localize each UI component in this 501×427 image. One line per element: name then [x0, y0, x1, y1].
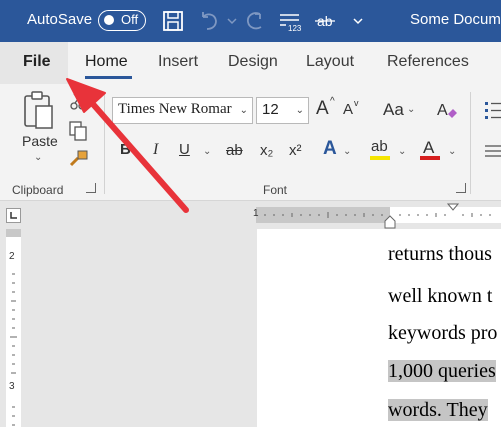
active-tab-indicator: [85, 76, 132, 79]
text-effects-button[interactable]: A: [323, 138, 337, 160]
line-text: 1,000 queries: [388, 360, 496, 382]
first-line-indent-marker-icon[interactable]: [447, 203, 459, 215]
clipboard-launcher-icon[interactable]: [86, 183, 96, 193]
document-line: returns thous: [388, 243, 492, 266]
shrink-font-button[interactable]: A: [343, 101, 353, 118]
tab-insert[interactable]: Insert: [158, 53, 198, 71]
numbering-icon[interactable]: 123: [277, 8, 303, 34]
ribbon: Paste ⌄ Clipboard Times New Romar ⌄ 12 ⌄…: [0, 84, 501, 201]
line-text: returns thous: [388, 243, 492, 265]
align-icon[interactable]: [483, 141, 501, 163]
autosave-toggle[interactable]: Off: [98, 10, 146, 31]
autosave-label: AutoSave: [27, 11, 93, 28]
tab-file-label: File: [23, 53, 51, 70]
chevron-down-icon[interactable]: ⌄: [296, 105, 304, 116]
document-line: keywords pro: [388, 322, 497, 345]
word-window: AutoSave Off 123 ab Some Docum File Home…: [0, 0, 501, 427]
font-launcher-icon[interactable]: [456, 183, 466, 193]
chevron-down-icon[interactable]: ⌄: [203, 146, 211, 157]
tab-layout[interactable]: Layout: [306, 53, 354, 71]
font-name-box[interactable]: Times New Romar ⌄: [112, 97, 253, 124]
bold-button[interactable]: B: [120, 141, 131, 158]
group-divider: [104, 92, 105, 194]
title-bar: AutoSave Off 123 ab Some Docum: [0, 0, 501, 42]
undo-icon[interactable]: [196, 8, 222, 34]
underline-button[interactable]: U: [179, 141, 190, 158]
line-text: well known t: [388, 285, 493, 307]
left-indent-marker-icon[interactable]: [384, 215, 396, 229]
chevron-down-icon[interactable]: ⌄: [448, 146, 456, 157]
document-line-highlighted: words. They: [388, 399, 488, 422]
document-line: well known t: [388, 285, 492, 308]
ruler-ticks: [264, 212, 491, 218]
strikethrough-button[interactable]: ab: [226, 142, 243, 159]
font-size-box[interactable]: 12 ⌄: [256, 97, 309, 124]
tab-stop-icon: [10, 212, 17, 219]
vertical-ruler[interactable]: 2 3: [6, 229, 21, 427]
chevron-down-icon[interactable]: [346, 8, 372, 34]
clear-formatting-icon[interactable]: A: [435, 98, 459, 122]
chevron-down-icon[interactable]: ⌄: [398, 146, 406, 157]
chevron-down-icon[interactable]: ⌄: [34, 152, 42, 163]
paste-label[interactable]: Paste: [22, 133, 58, 149]
font-color-swatch: [420, 156, 440, 160]
clipboard-paste-icon[interactable]: [21, 90, 57, 130]
copy-icon[interactable]: [68, 120, 88, 142]
bullets-icon[interactable]: [483, 98, 501, 122]
toggle-state: Off: [121, 12, 139, 27]
line-text: words. They: [388, 399, 488, 421]
tab-design[interactable]: Design: [228, 53, 278, 71]
group-divider: [470, 92, 471, 194]
save-icon[interactable]: [160, 8, 186, 34]
svg-text:A: A: [437, 102, 448, 119]
tab-selector[interactable]: [6, 208, 21, 223]
chevron-down-icon[interactable]: ⌄: [343, 146, 351, 157]
tab-file[interactable]: File: [0, 42, 68, 84]
highlight-color-swatch: [370, 156, 390, 160]
chevron-down-icon[interactable]: ⌄: [407, 104, 415, 115]
redo-icon[interactable]: [242, 8, 268, 34]
format-painter-icon[interactable]: [68, 148, 90, 168]
ruler-ticks: [10, 273, 17, 426]
font-name-value: Times New Romar: [118, 101, 232, 117]
grow-font-button[interactable]: A: [316, 98, 329, 120]
change-case-button[interactable]: Aa: [383, 100, 404, 120]
caret-up-icon: ^: [330, 96, 335, 107]
caret-down-small-icon: v: [354, 98, 359, 108]
horizontal-ruler[interactable]: 1: [253, 207, 501, 223]
ruler-row: 1: [0, 201, 501, 229]
tab-home[interactable]: Home: [85, 53, 128, 71]
document-page[interactable]: returns thous well known t keywords pro …: [257, 229, 501, 427]
strikethrough-icon[interactable]: ab: [313, 8, 339, 34]
svg-text:123: 123: [288, 24, 302, 33]
italic-button[interactable]: I: [153, 141, 158, 159]
cut-icon[interactable]: [68, 92, 88, 112]
font-group-label: Font: [263, 183, 288, 197]
document-line-highlighted: 1,000 queries: [388, 360, 496, 383]
chevron-down-icon[interactable]: ⌄: [240, 105, 248, 116]
clipboard-group-label: Clipboard: [12, 183, 64, 197]
tab-references[interactable]: References: [387, 53, 469, 71]
document-title: Some Docum: [410, 11, 501, 28]
font-color-button[interactable]: A: [423, 138, 434, 158]
toggle-knob: [104, 15, 114, 25]
highlight-button[interactable]: ab: [371, 138, 388, 155]
subscript-button[interactable]: x₂: [260, 142, 273, 159]
superscript-button[interactable]: x²: [289, 142, 302, 159]
font-size-value: 12: [262, 101, 279, 118]
line-text: keywords pro: [388, 322, 498, 344]
ribbon-tabs: File Home Insert Design Layout Reference…: [0, 42, 501, 84]
